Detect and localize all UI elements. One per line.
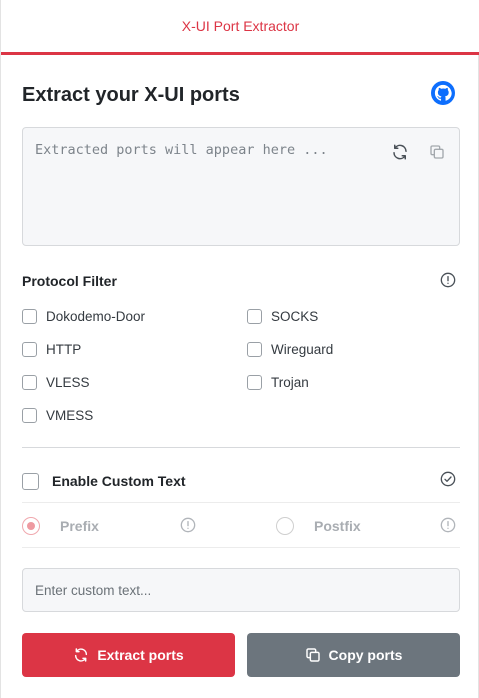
postfix-info-icon[interactable] bbox=[439, 516, 457, 534]
checkbox[interactable] bbox=[22, 341, 37, 357]
row-divider bbox=[22, 547, 460, 548]
app-title: X-UI Port Extractor bbox=[181, 18, 300, 34]
output-placeholder: Extracted ports will appear here ... bbox=[35, 142, 328, 158]
prefix-info-icon[interactable] bbox=[179, 516, 197, 534]
page-title: Extract your X-UI ports bbox=[22, 84, 240, 106]
row-divider bbox=[22, 502, 460, 503]
copy-icon bbox=[305, 647, 321, 663]
extract-ports-button[interactable]: Extract ports bbox=[22, 633, 235, 677]
protocol-checkbox-trojan[interactable]: Trojan bbox=[247, 372, 309, 392]
protocol-checkbox-wireguard[interactable]: Wireguard bbox=[247, 339, 333, 359]
postfix-radio[interactable]: Postfix bbox=[276, 516, 361, 536]
top-bar: X-UI Port Extractor bbox=[1, 0, 479, 55]
radio-button[interactable] bbox=[22, 517, 40, 535]
enable-custom-text-toggle[interactable]: Enable Custom Text bbox=[22, 470, 186, 492]
protocol-checkbox-socks[interactable]: SOCKS bbox=[247, 306, 318, 326]
protocol-label: Dokodemo-Door bbox=[46, 308, 146, 324]
copy-ports-label: Copy ports bbox=[328, 647, 403, 663]
protocol-label: Wireguard bbox=[271, 341, 334, 357]
postfix-label: Postfix bbox=[314, 518, 361, 534]
protocol-checkbox-dokodemo-door[interactable]: Dokodemo-Door bbox=[22, 306, 145, 326]
protocol-label: Trojan bbox=[271, 374, 309, 390]
custom-text-label: Enable Custom Text bbox=[52, 473, 186, 489]
protocol-label: SOCKS bbox=[271, 308, 319, 324]
protocol-checkbox-vless[interactable]: VLESS bbox=[22, 372, 90, 392]
ports-output[interactable]: Extracted ports will appear here ... bbox=[22, 127, 460, 246]
checkbox[interactable] bbox=[247, 308, 262, 324]
checkbox[interactable] bbox=[22, 308, 37, 324]
check-circle-icon[interactable] bbox=[439, 470, 457, 488]
checkbox[interactable] bbox=[247, 341, 262, 357]
protocol-label: HTTP bbox=[46, 341, 82, 357]
protocol-checkbox-http[interactable]: HTTP bbox=[22, 339, 81, 359]
prefix-radio[interactable]: Prefix bbox=[22, 516, 99, 536]
checkbox[interactable] bbox=[22, 374, 37, 390]
protocol-label: VLESS bbox=[46, 374, 90, 390]
custom-text-input[interactable] bbox=[22, 568, 460, 612]
copy-icon[interactable] bbox=[427, 142, 447, 162]
info-icon[interactable] bbox=[439, 271, 457, 289]
checkbox[interactable] bbox=[22, 407, 37, 423]
app-window: X-UI Port Extractor Extract your X-UI po… bbox=[0, 0, 479, 698]
checkbox[interactable] bbox=[22, 472, 39, 490]
refresh-icon[interactable] bbox=[390, 142, 410, 162]
protocol-label: VMESS bbox=[46, 407, 94, 423]
section-divider bbox=[22, 447, 460, 448]
radio-button[interactable] bbox=[276, 517, 294, 535]
extract-ports-label: Extract ports bbox=[97, 647, 184, 663]
prefix-label: Prefix bbox=[60, 518, 99, 534]
github-icon[interactable] bbox=[431, 81, 455, 105]
protocol-filter-title: Protocol Filter bbox=[22, 273, 117, 289]
refresh-icon bbox=[73, 647, 89, 663]
copy-ports-button[interactable]: Copy ports bbox=[247, 633, 460, 677]
protocol-checkbox-vmess[interactable]: VMESS bbox=[22, 405, 93, 425]
checkbox[interactable] bbox=[247, 374, 262, 390]
